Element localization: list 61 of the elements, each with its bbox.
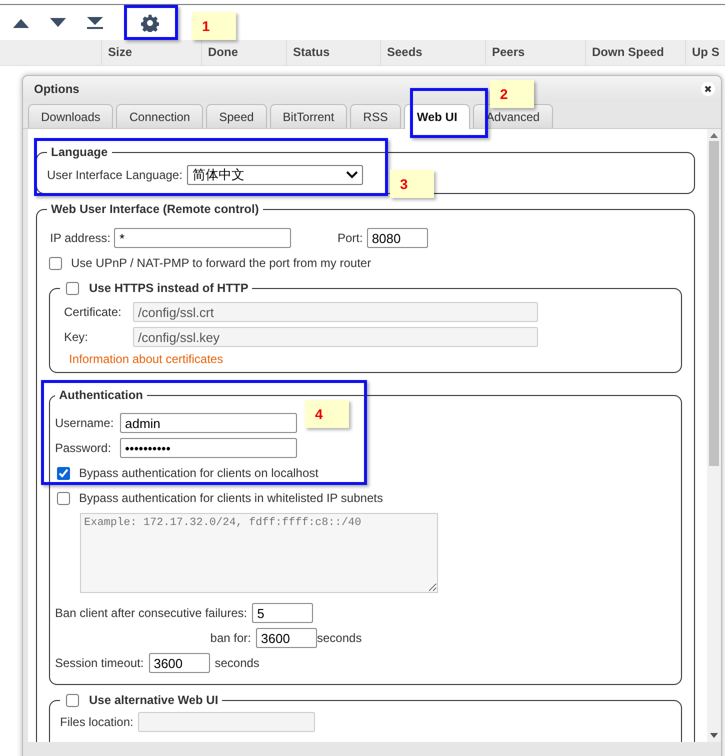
field-label: Session timeout:	[55, 656, 144, 670]
username-field[interactable]: admin	[120, 413, 297, 433]
field-label: Port:	[337, 231, 363, 245]
column-header[interactable]: Down Speed	[585, 40, 685, 65]
callout-note: 4	[305, 400, 349, 428]
close-icon[interactable]	[701, 82, 715, 96]
callout-note: 3	[390, 170, 434, 198]
field-label: IP address:	[50, 231, 110, 245]
move-to-bottom-icon[interactable]	[87, 16, 103, 28]
tab[interactable]: Web UI	[404, 104, 470, 129]
checkbox-label: Bypass authentication for clients in whitelisted IP subnets	[79, 491, 383, 505]
ban-duration-field[interactable]: 3600	[256, 628, 317, 648]
chevron-down-icon	[346, 171, 358, 179]
tab[interactable]: BitTorrent	[270, 104, 348, 128]
ip-address-field[interactable]: *	[114, 228, 292, 248]
scroll-down-icon[interactable]	[710, 733, 718, 738]
port-field[interactable]: 8080	[366, 228, 428, 248]
tab[interactable]: Downloads	[28, 104, 114, 128]
group-legend: Use HTTPS instead of HTTP	[89, 281, 248, 295]
group-legend: Use alternative Web UI	[89, 693, 218, 707]
checkbox[interactable]	[57, 466, 70, 480]
group-legend: Language	[47, 145, 112, 159]
tab[interactable]: RSS	[350, 104, 401, 128]
field-label: Key:	[64, 330, 90, 344]
unit-label: seconds	[317, 631, 362, 645]
field-label: User Interface Language:	[47, 168, 182, 182]
unit-label: seconds	[214, 656, 260, 670]
field-label: ban for:	[209, 631, 251, 645]
checkbox[interactable]	[66, 282, 79, 294]
scrollbar[interactable]	[707, 129, 721, 742]
column-header[interactable]: Status	[286, 40, 380, 65]
field-label: Ban client after consecutive failures:	[55, 606, 248, 620]
checkbox-label: Bypass authentication for clients on localhost	[79, 466, 318, 480]
highlight-frame	[124, 5, 178, 40]
scrollbar-thumb[interactable]	[709, 141, 719, 466]
tab[interactable]: Speed	[206, 104, 267, 128]
session-timeout-field[interactable]: 3600	[148, 653, 210, 673]
tab[interactable]: Connection	[116, 104, 204, 128]
down-arrow-icon[interactable]	[50, 18, 66, 28]
up-arrow-icon[interactable]	[13, 18, 29, 28]
ban-failures-field[interactable]: 5	[252, 603, 314, 623]
dialog-title: Options	[34, 82, 80, 96]
checkbox[interactable]	[57, 492, 70, 504]
field-label: Certificate:	[64, 305, 122, 319]
column-header[interactable]: Seeds	[380, 40, 485, 65]
password-field[interactable]: ••••••••••	[120, 438, 297, 458]
column-header[interactable]: Peers	[485, 40, 585, 65]
field-label: Files location:	[60, 715, 134, 729]
checkbox[interactable]	[49, 256, 62, 270]
scroll-up-icon[interactable]	[710, 133, 718, 138]
settings-icon[interactable]	[141, 14, 159, 32]
checkbox-label: Use UPnP / NAT-PMP to forward the port from my router	[71, 256, 372, 270]
field-label: Password:	[55, 441, 112, 455]
callout-note: 2	[490, 80, 534, 108]
checkbox[interactable]	[66, 694, 79, 706]
field-label: Username:	[55, 416, 115, 430]
group-legend: Authentication	[55, 388, 147, 402]
callout-note: 1	[192, 12, 236, 40]
language-dropdown[interactable]: 简体中文	[187, 165, 364, 185]
group-legend: Web User Interface (Remote control)	[47, 202, 263, 216]
column-header[interactable]: Up S	[685, 40, 725, 65]
